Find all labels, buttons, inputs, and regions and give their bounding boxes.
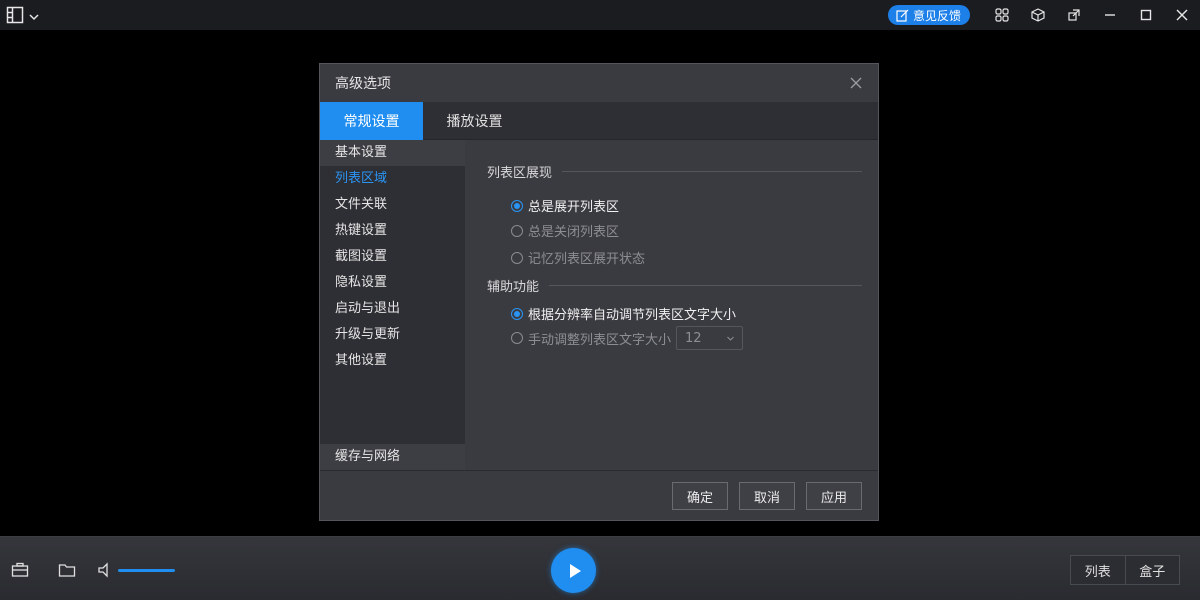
control-bar: 列表 盒子 — [0, 536, 1200, 600]
nav-hotkey-settings[interactable]: 热键设置 — [320, 218, 465, 244]
dialog-tabs: 常规设置 播放设置 — [320, 102, 878, 140]
apply-button[interactable]: 应用 — [806, 482, 862, 510]
radio-label: 总是展开列表区 — [528, 200, 620, 215]
cancel-button[interactable]: 取消 — [739, 482, 795, 510]
dialog-close-icon[interactable] — [846, 73, 866, 93]
edit-icon — [896, 9, 909, 22]
ok-button[interactable]: 确定 — [672, 482, 728, 510]
nav-other-settings[interactable]: 其他设置 — [320, 348, 465, 374]
open-folder-icon[interactable] — [58, 561, 76, 579]
tab-playback[interactable]: 播放设置 — [423, 102, 526, 140]
radio-label: 手动调整列表区文字大小 — [528, 332, 672, 348]
advanced-options-dialog: 高级选项 常规设置 播放设置 基本设置 列表区域 文件关联 热键设置 截图设置 … — [319, 63, 879, 521]
section-accessibility: 辅助功能 — [487, 276, 862, 295]
feedback-label: 意见反馈 — [912, 8, 961, 23]
dialog-title: 高级选项 — [335, 76, 391, 92]
close-icon[interactable] — [1164, 0, 1200, 30]
volume-icon[interactable] — [97, 561, 115, 579]
nav-file-association[interactable]: 文件关联 — [320, 192, 465, 218]
nav-upgrade-update[interactable]: 升级与更新 — [320, 322, 465, 348]
list-toggle-button[interactable]: 列表 — [1071, 556, 1125, 584]
font-size-select[interactable]: 12 — [676, 326, 744, 350]
nav-basic-settings[interactable]: 基本设置 — [320, 140, 465, 166]
box-toggle-button[interactable]: 盒子 — [1124, 556, 1180, 584]
chevron-down-icon[interactable] — [28, 8, 40, 27]
radio-dot — [511, 307, 523, 320]
dialog-footer: 确定 取消 应用 — [320, 470, 878, 520]
menu-icon[interactable] — [6, 6, 24, 28]
radio-label: 根据分辨率自动调节列表区文字大小 — [528, 308, 737, 323]
section-accessibility-title: 辅助功能 — [487, 280, 540, 295]
dialog-title-bar: 高级选项 — [320, 64, 878, 102]
radio-dot — [511, 224, 523, 237]
radio-label: 记忆列表区展开状态 — [528, 252, 646, 267]
font-size-value: 12 — [685, 330, 702, 346]
nav-cache-network[interactable]: 缓存与网络 — [320, 444, 465, 470]
skin-icon[interactable] — [1056, 0, 1092, 30]
nav-startup-exit[interactable]: 启动与退出 — [320, 296, 465, 322]
nav-screenshot-settings[interactable]: 截图设置 — [320, 244, 465, 270]
minimize-icon[interactable] — [1092, 0, 1128, 30]
settings-panel: 列表区展现 总是展开列表区 总是关闭列表区 记忆列表区展开状态 辅助功能 根据分… — [465, 140, 878, 470]
chevron-down-icon — [727, 336, 734, 341]
radio-dot — [511, 251, 523, 264]
radio-label: 总是关闭列表区 — [528, 225, 620, 240]
radio-manual-font-size[interactable]: 手动调整列表区文字大小 12 — [511, 326, 744, 350]
nav-list-area[interactable]: 列表区域 — [320, 166, 465, 192]
radio-dot — [511, 332, 523, 344]
nav-privacy-settings[interactable]: 隐私设置 — [320, 270, 465, 296]
volume-slider[interactable] — [118, 569, 175, 572]
radio-remember-state[interactable]: 记忆列表区展开状态 — [511, 248, 645, 267]
maximize-icon[interactable] — [1128, 0, 1164, 30]
radio-always-collapse[interactable]: 总是关闭列表区 — [511, 221, 619, 240]
settings-sidebar: 基本设置 列表区域 文件关联 热键设置 截图设置 隐私设置 启动与退出 升级与更… — [320, 140, 465, 470]
panel-toggle: 列表 盒子 — [1070, 555, 1180, 585]
feedback-button[interactable]: 意见反馈 — [887, 5, 970, 25]
play-icon — [569, 563, 581, 578]
divider — [562, 171, 862, 172]
tab-general[interactable]: 常规设置 — [320, 102, 423, 140]
apps-icon[interactable] — [984, 0, 1020, 30]
play-button[interactable] — [551, 548, 596, 593]
title-bar: 意见反馈 — [0, 0, 1200, 30]
cube-icon[interactable] — [1020, 0, 1056, 30]
radio-auto-font-size[interactable]: 根据分辨率自动调节列表区文字大小 — [511, 304, 736, 323]
toolbox-icon[interactable] — [11, 561, 29, 579]
section-list-display-title: 列表区展现 — [487, 166, 553, 181]
radio-dot — [511, 199, 523, 212]
radio-always-expand[interactable]: 总是展开列表区 — [511, 196, 619, 215]
section-list-display: 列表区展现 — [487, 162, 862, 181]
divider — [549, 285, 862, 286]
